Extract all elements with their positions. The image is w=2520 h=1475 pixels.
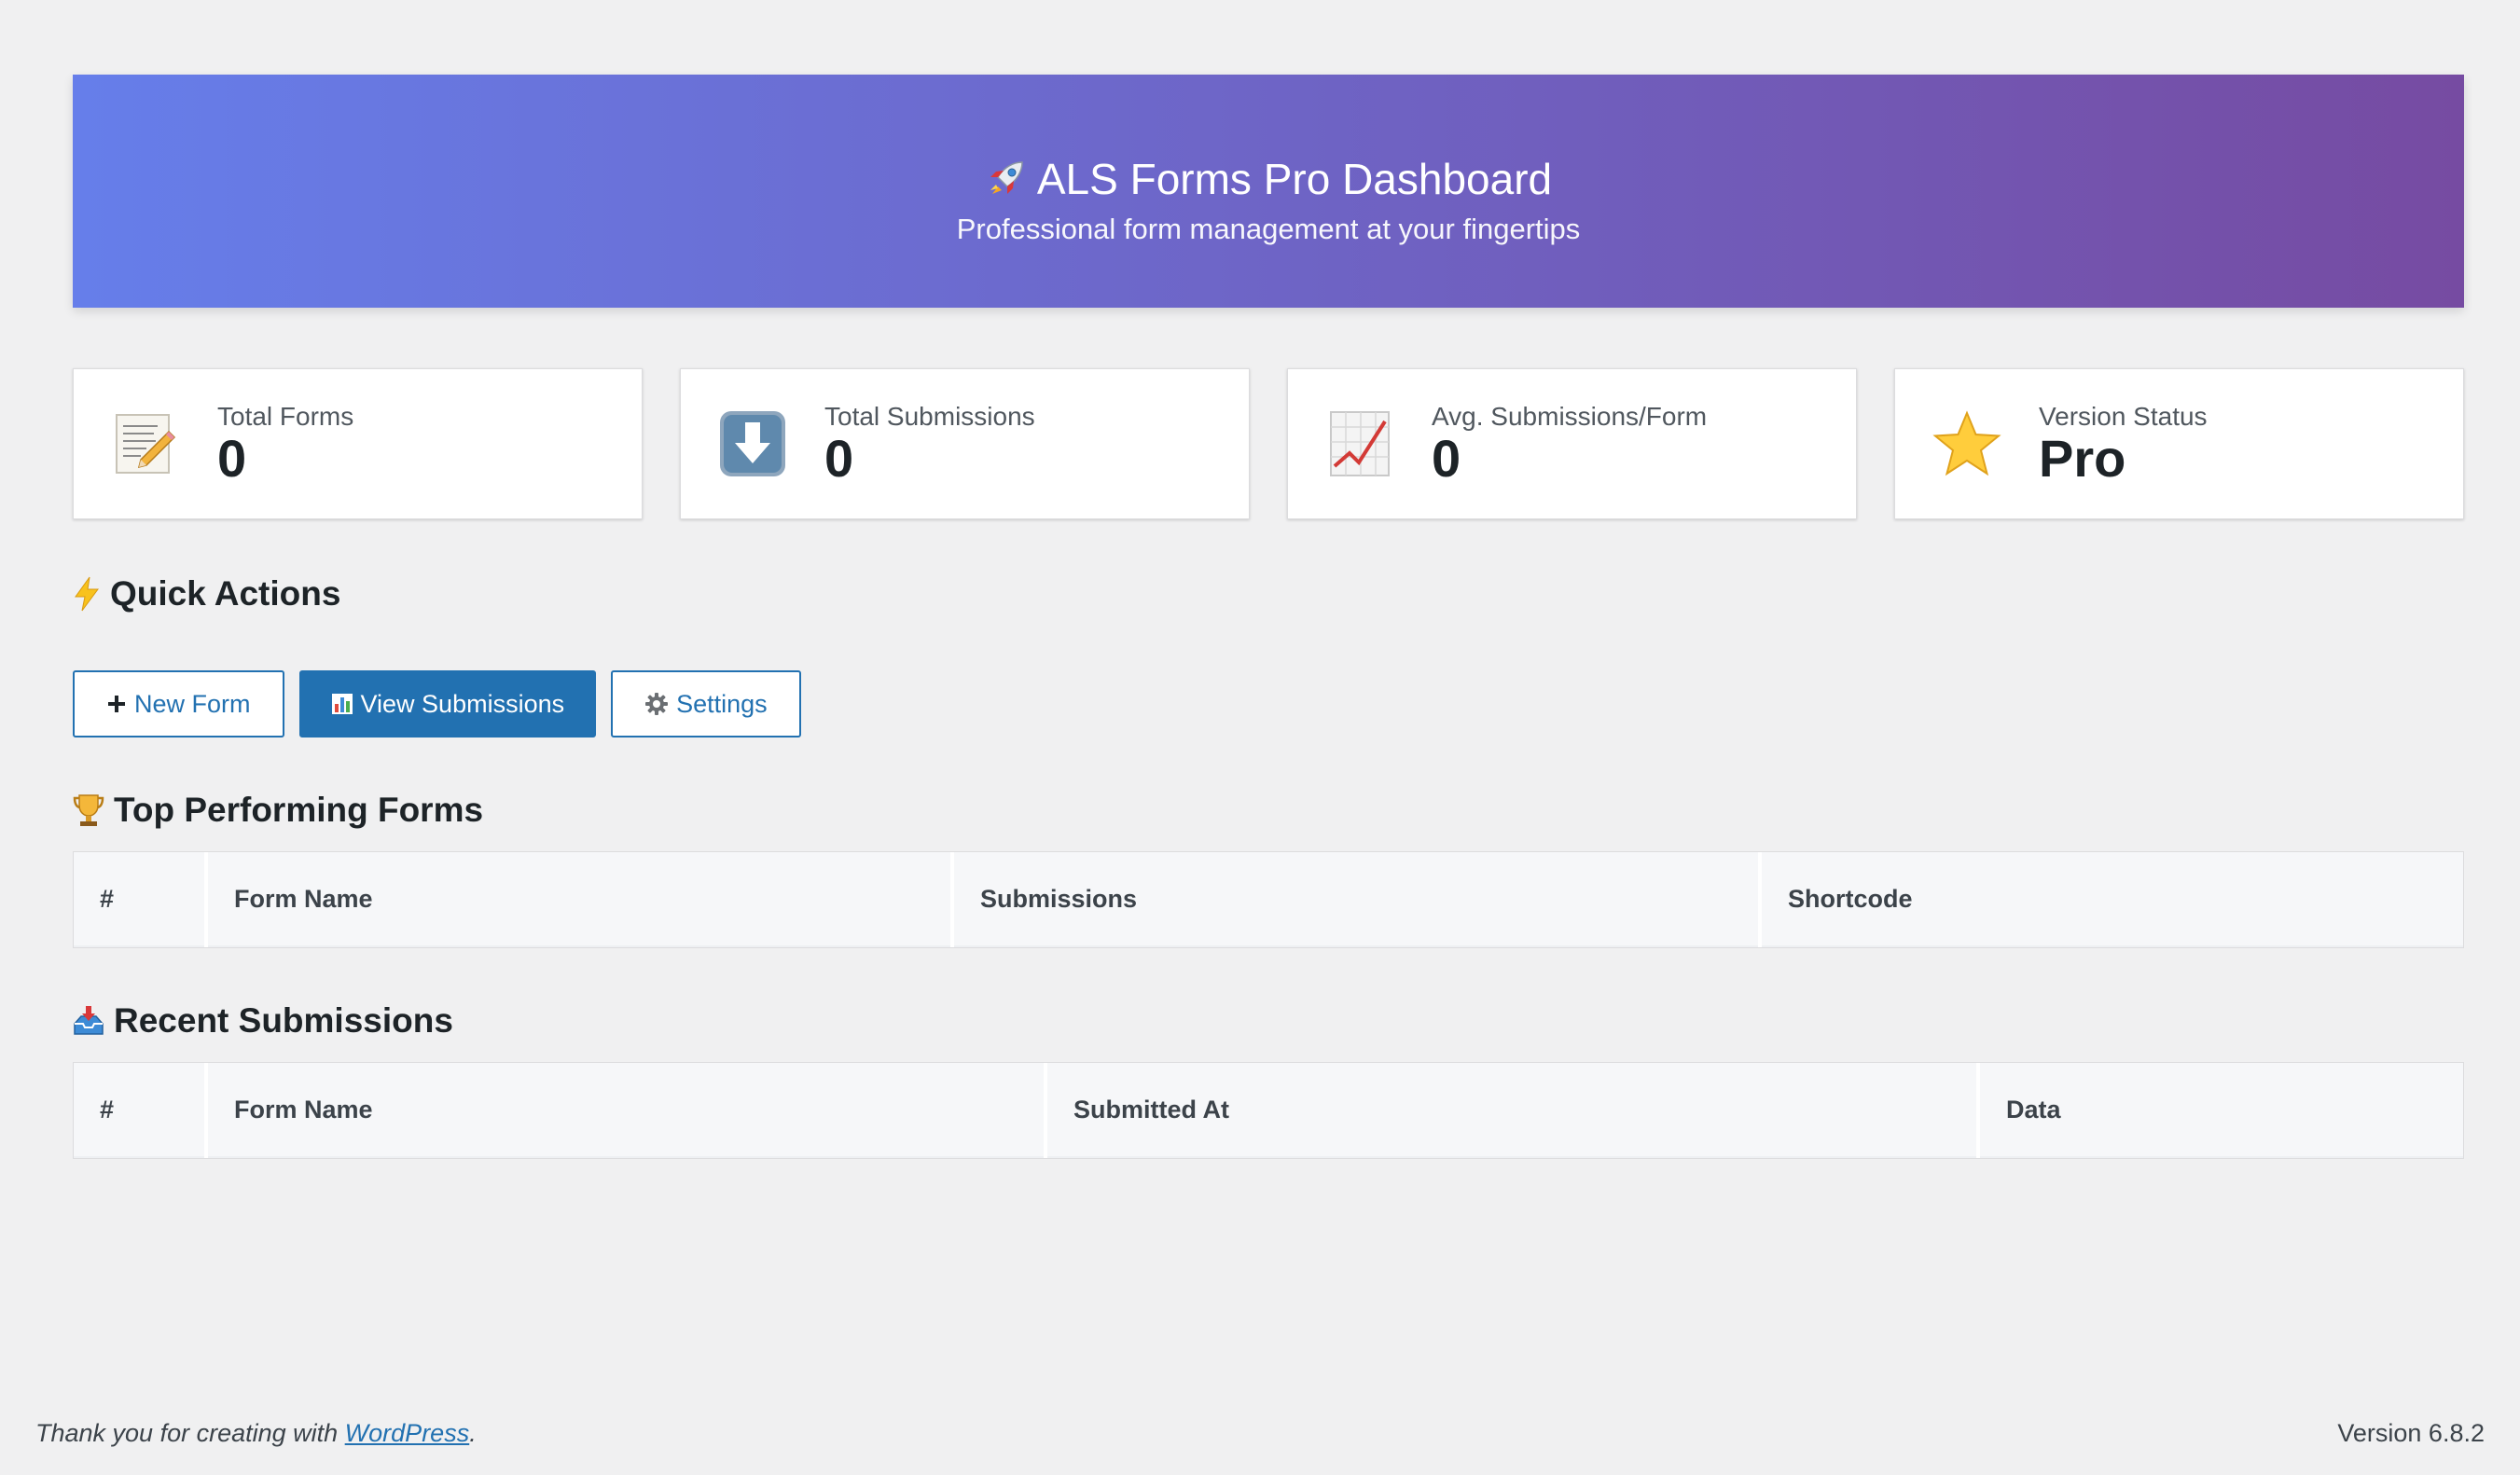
quick-actions-heading: Quick Actions	[73, 573, 2464, 614]
chart-increasing-icon	[1325, 409, 1394, 478]
admin-footer: Thank you for creating with WordPress. V…	[35, 1419, 2485, 1448]
top-forms-table: # Form Name Submissions Shortcode	[73, 851, 2464, 948]
top-forms-title: Top Performing Forms	[114, 791, 484, 829]
lightning-icon	[73, 576, 101, 612]
stat-label: Avg. Submissions/Form	[1432, 402, 1708, 431]
stat-label: Total Submissions	[824, 402, 1035, 431]
rocket-icon	[985, 159, 1026, 200]
column-header-submitted-at: Submitted At	[1045, 1063, 1980, 1158]
table-header-row: # Form Name Submitted At Data	[74, 1063, 2463, 1158]
bar-chart-icon	[331, 693, 353, 715]
settings-button[interactable]: Settings	[611, 670, 801, 738]
trophy-icon	[73, 793, 104, 828]
down-arrow-icon	[718, 409, 787, 478]
footer-thanks-text: Thank you for creating with	[35, 1419, 345, 1447]
top-forms-heading: Top Performing Forms	[73, 790, 2464, 831]
memo-icon	[111, 409, 180, 478]
recent-submissions-table: # Form Name Submitted At Data	[73, 1062, 2464, 1159]
column-header-form-name: Form Name	[206, 1063, 1047, 1158]
recent-submissions-title: Recent Submissions	[114, 1001, 453, 1040]
stat-value: 0	[217, 429, 247, 488]
star-icon	[1932, 409, 2001, 478]
dashboard: ALS Forms Pro Dashboard Professional for…	[73, 75, 2464, 1159]
footer-version: Version 6.8.2	[2337, 1419, 2485, 1447]
stat-value: 0	[1432, 429, 1461, 488]
stat-value: Pro	[2039, 429, 2126, 488]
column-header-number: #	[74, 852, 208, 947]
view-submissions-label: View Submissions	[360, 689, 565, 718]
column-header-data: Data	[1978, 1063, 2463, 1158]
plus-icon	[106, 694, 127, 714]
new-form-label: New Form	[134, 689, 251, 718]
column-header-form-name: Form Name	[206, 852, 954, 947]
new-form-button[interactable]: New Form	[73, 670, 284, 738]
dashboard-header: ALS Forms Pro Dashboard Professional for…	[73, 75, 2464, 308]
column-header-shortcode: Shortcode	[1760, 852, 2463, 947]
stats-row: Total Forms 0 Total Submissions 0 Avg. S…	[73, 368, 2464, 519]
gear-icon	[644, 692, 669, 716]
column-header-submissions: Submissions	[952, 852, 1762, 947]
quick-actions-title: Quick Actions	[110, 574, 341, 613]
stat-card-avg-submissions: Avg. Submissions/Form 0	[1287, 368, 1857, 519]
view-submissions-button[interactable]: View Submissions	[298, 670, 597, 738]
stat-card-version-status: Version Status Pro	[1894, 368, 2464, 519]
footer-thanks: Thank you for creating with WordPress.	[35, 1419, 477, 1448]
table-header-row: # Form Name Submissions Shortcode	[74, 852, 2463, 947]
stat-card-total-forms: Total Forms 0	[73, 368, 643, 519]
wordpress-link[interactable]: WordPress	[345, 1419, 470, 1447]
quick-actions: New Form View Submissions Settings	[73, 670, 2464, 738]
page-title: ALS Forms Pro Dashboard	[73, 155, 2464, 203]
stat-value: 0	[824, 429, 854, 488]
settings-label: Settings	[676, 689, 768, 718]
stat-card-total-submissions: Total Submissions 0	[680, 368, 1250, 519]
footer-thanks-suffix: .	[469, 1419, 477, 1447]
page-subtitle: Professional form management at your fin…	[956, 213, 1581, 245]
stat-label: Version Status	[2039, 402, 2208, 431]
page-title-text: ALS Forms Pro Dashboard	[1036, 155, 1553, 203]
column-header-number: #	[74, 1063, 208, 1158]
recent-submissions-heading: Recent Submissions	[73, 1000, 2464, 1041]
inbox-tray-icon	[73, 1005, 104, 1037]
stat-label: Total Forms	[217, 402, 354, 431]
